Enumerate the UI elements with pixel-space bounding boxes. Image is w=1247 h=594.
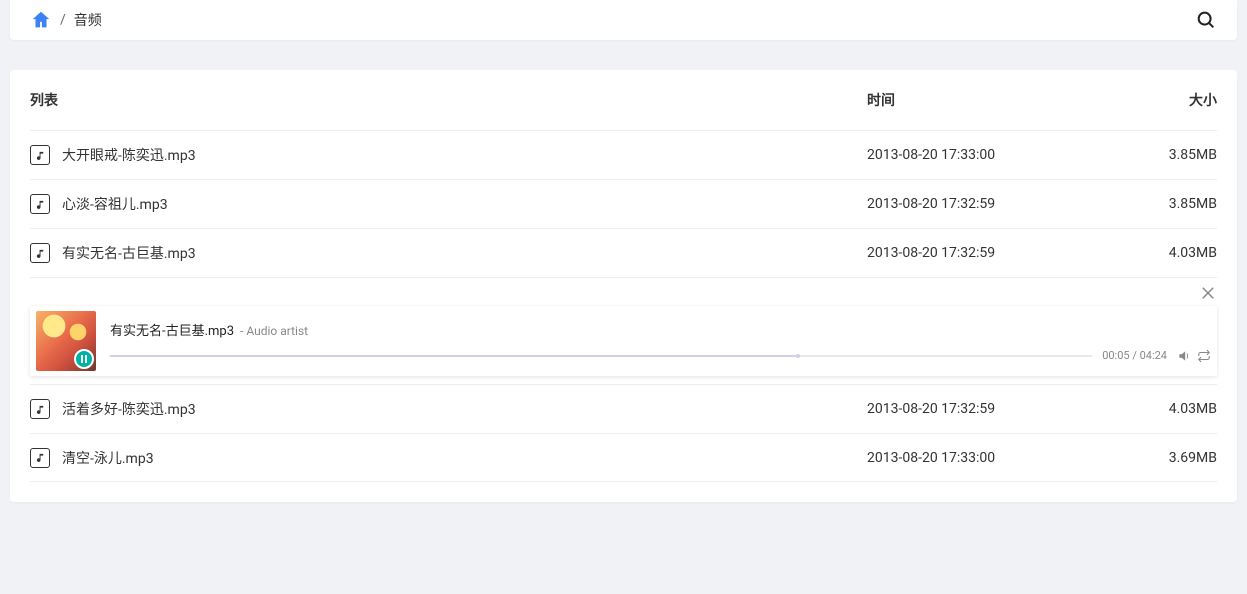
file-size: 3.85MB (1127, 196, 1217, 212)
file-name: 心淡-容祖儿.mp3 (62, 194, 168, 214)
album-art[interactable] (36, 311, 96, 371)
music-file-icon (30, 399, 50, 419)
search-icon[interactable] (1195, 9, 1217, 31)
breadcrumb-bar: / 音频 (10, 0, 1237, 40)
player-artist: - Audio artist (240, 324, 308, 338)
time-display: 00:05 / 04:24 (1102, 349, 1167, 362)
file-name: 有实无名-古巨基.mp3 (62, 243, 196, 263)
file-size: 3.69MB (1127, 450, 1217, 466)
table-row[interactable]: 有实无名-古巨基.mp3 2013-08-20 17:32:59 4.03MB (30, 228, 1217, 277)
audio-player-area: 有实无名-古巨基.mp3 - Audio artist 00:05 / 04:2… (30, 277, 1217, 384)
player-track-title: 有实无名-古巨基.mp3 (110, 320, 234, 339)
volume-icon[interactable] (1177, 349, 1191, 363)
music-file-icon (30, 243, 50, 263)
file-name: 清空-泳儿.mp3 (62, 448, 154, 468)
file-time: 2013-08-20 17:33:00 (867, 450, 1127, 466)
table-row[interactable]: 心淡-容祖儿.mp3 2013-08-20 17:32:59 3.85MB (30, 179, 1217, 228)
progress-fill (110, 355, 798, 357)
home-icon[interactable] (30, 9, 52, 31)
file-name: 大开眼戒-陈奕迅.mp3 (62, 145, 196, 165)
loop-icon[interactable] (1197, 349, 1211, 363)
file-time: 2013-08-20 17:32:59 (867, 196, 1127, 212)
close-icon[interactable] (1199, 284, 1217, 302)
file-name: 活着多好-陈奕迅.mp3 (62, 399, 196, 419)
progress-handle[interactable] (796, 354, 800, 358)
music-file-icon (30, 145, 50, 165)
table-header: 列表 时间 大小 (30, 70, 1217, 130)
table-row[interactable]: 清空-泳儿.mp3 2013-08-20 17:33:00 3.69MB (30, 433, 1217, 482)
file-size: 3.85MB (1127, 147, 1217, 163)
music-file-icon (30, 194, 50, 214)
file-size: 4.03MB (1127, 245, 1217, 261)
header-col-time: 时间 (867, 90, 1127, 110)
file-size: 4.03MB (1127, 401, 1217, 417)
audio-player: 有实无名-古巨基.mp3 - Audio artist 00:05 / 04:2… (30, 306, 1217, 376)
table-row[interactable]: 活着多好-陈奕迅.mp3 2013-08-20 17:32:59 4.03MB (30, 384, 1217, 433)
file-time: 2013-08-20 17:33:00 (867, 147, 1127, 163)
breadcrumb: / 音频 (30, 9, 102, 31)
player-title-row: 有实无名-古巨基.mp3 - Audio artist (110, 320, 1211, 339)
pause-icon[interactable] (74, 349, 94, 369)
file-list-panel: 列表 时间 大小 大开眼戒-陈奕迅.mp3 2013-08-20 17:33:0… (10, 70, 1237, 502)
file-time: 2013-08-20 17:32:59 (867, 245, 1127, 261)
table-row[interactable]: 大开眼戒-陈奕迅.mp3 2013-08-20 17:33:00 3.85MB (30, 130, 1217, 179)
music-file-icon (30, 448, 50, 468)
header-col-name: 列表 (30, 90, 867, 110)
file-time: 2013-08-20 17:32:59 (867, 401, 1127, 417)
breadcrumb-separator: / (60, 12, 66, 28)
breadcrumb-current[interactable]: 音频 (74, 10, 102, 30)
header-col-size: 大小 (1127, 90, 1217, 110)
progress-bar[interactable] (110, 355, 1092, 357)
